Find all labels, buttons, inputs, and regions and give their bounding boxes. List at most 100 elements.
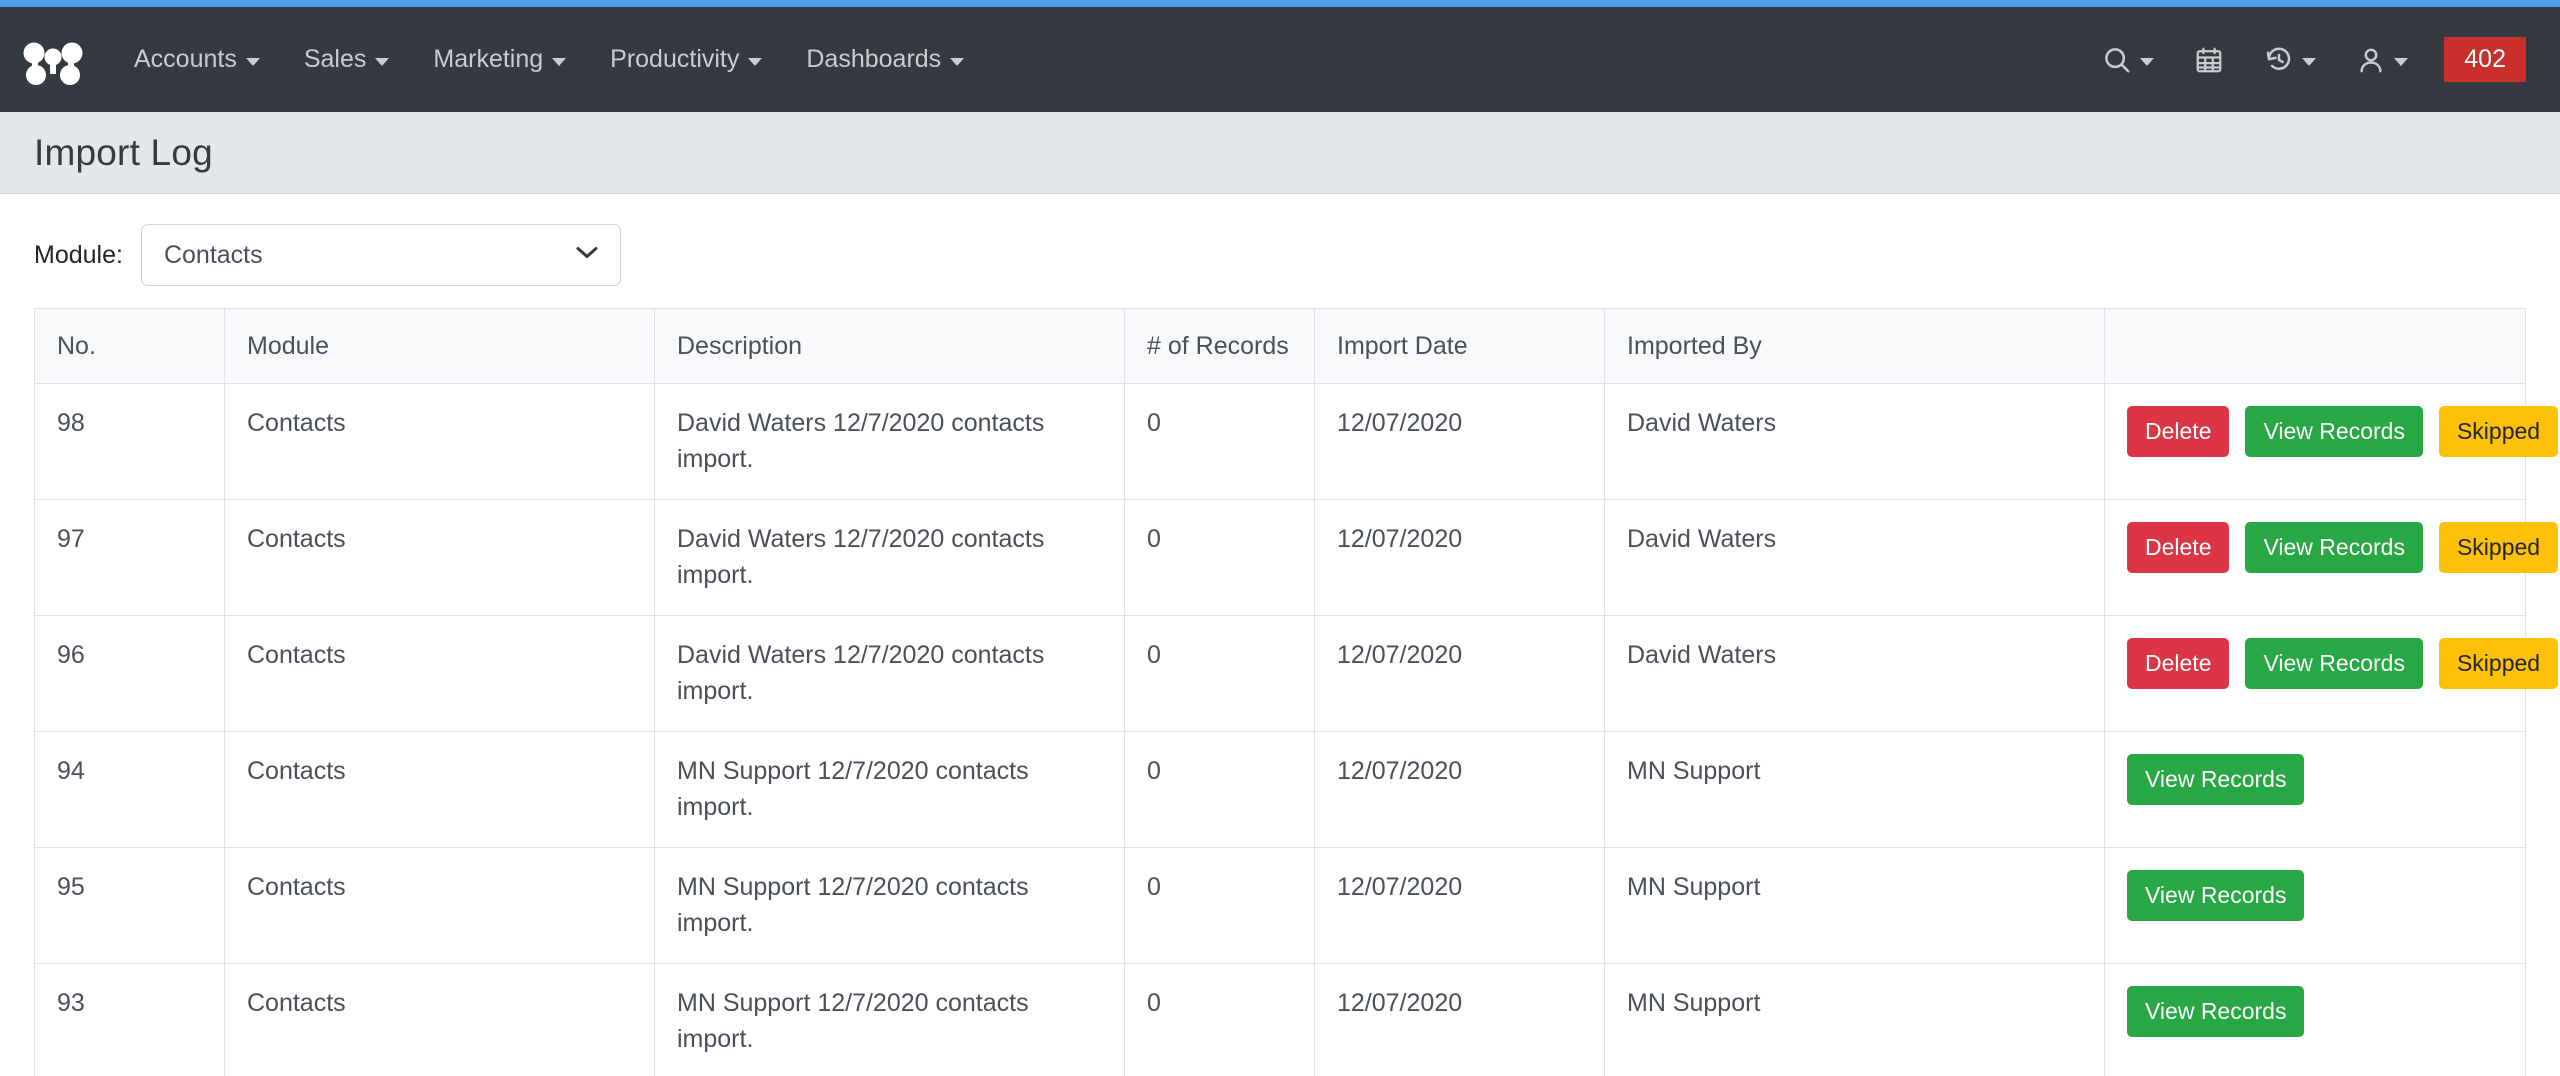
row-number-cell: 98 (34, 383, 225, 500)
description-cell: David Waters 12/7/2020 contacts import. (654, 615, 1125, 732)
chevron-down-icon (245, 57, 260, 66)
module-cell: Contacts (224, 731, 655, 848)
table-row: 93 Contacts MN Support 12/7/2020 contacts … (34, 963, 2526, 1076)
view-records-button[interactable]: View Records (2245, 638, 2423, 689)
chevron-down-icon (748, 57, 763, 66)
user-icon (2360, 48, 2382, 72)
main-navbar: Accounts Sales Marketing Productivity Da… (0, 7, 2560, 112)
import-date-cell: 12/07/2020 (1314, 847, 1605, 964)
nav-item-marketing[interactable]: Marketing (411, 35, 588, 84)
module-cell: Contacts (224, 847, 655, 964)
calendar-icon (2196, 47, 2222, 72)
history-clock-icon (2267, 46, 2291, 70)
module-cell: Contacts (224, 615, 655, 732)
row-number-cell: 97 (34, 499, 225, 616)
records-count-cell: 0 (1124, 383, 1315, 500)
action-button-group: View Records (2127, 986, 2503, 1037)
table-row: 98 Contacts David Waters 12/7/2020 contact… (34, 383, 2559, 500)
top-accent-strip (0, 0, 2560, 7)
molecule-logo-icon (23, 42, 83, 85)
column-header-records[interactable]: # of Records (1124, 308, 1315, 384)
column-header-actions (2104, 308, 2526, 384)
table-header-row: No. Module Description # of Records Impo… (34, 308, 2526, 384)
delete-button[interactable]: Delete (2127, 522, 2230, 573)
row-number-cell: 94 (34, 731, 225, 848)
import-date-cell: 12/07/2020 (1314, 499, 1605, 616)
description-cell: MN Support 12/7/2020 contacts import. (654, 847, 1125, 964)
column-header-description[interactable]: Description (654, 308, 1125, 384)
filter-bar: Module: Contacts (0, 194, 2560, 308)
chevron-down-icon (2302, 57, 2317, 66)
description-cell: MN Support 12/7/2020 contacts import. (654, 731, 1125, 848)
nav-item-dashboards[interactable]: Dashboards (784, 35, 986, 84)
table-row: 95 Contacts MN Support 12/7/2020 contacts … (34, 847, 2526, 964)
skipped-button[interactable]: Skipped (2438, 638, 2559, 689)
nav-item-sales[interactable]: Sales (282, 35, 412, 84)
imported-by-cell: David Waters (1604, 615, 2105, 732)
actions-cell: View Records (2104, 847, 2526, 964)
import-date-cell: 12/07/2020 (1314, 963, 1605, 1076)
nav-item-label: Marketing (433, 45, 544, 73)
column-header-module[interactable]: Module (224, 308, 655, 384)
view-records-button[interactable]: View Records (2127, 986, 2305, 1037)
delete-button[interactable]: Delete (2127, 638, 2230, 689)
view-records-button[interactable]: View Records (2127, 754, 2305, 805)
imported-by-cell: MN Support (1604, 731, 2105, 848)
nav-item-productivity[interactable]: Productivity (588, 35, 784, 84)
records-count-cell: 0 (1124, 731, 1315, 848)
delete-button[interactable]: Delete (2127, 406, 2230, 457)
nav-item-label: Dashboards (806, 45, 942, 73)
chevron-down-icon (375, 57, 390, 66)
description-cell: MN Support 12/7/2020 contacts import. (654, 963, 1125, 1076)
calendar-button[interactable] (2174, 35, 2244, 85)
table-row: 97 Contacts David Waters 12/7/2020 contact… (34, 499, 2559, 616)
actions-cell: Delete View Records Skipped (2104, 383, 2559, 500)
history-button[interactable] (2244, 35, 2336, 85)
column-header-no[interactable]: No. (34, 308, 225, 384)
skipped-button[interactable]: Skipped (2438, 406, 2559, 457)
chevron-down-icon (552, 57, 567, 66)
column-header-import-date[interactable]: Import Date (1314, 308, 1605, 384)
nav-item-label: Productivity (610, 45, 740, 73)
user-menu-button[interactable] (2336, 35, 2428, 85)
primary-nav: Accounts Sales Marketing Productivity Da… (112, 35, 986, 84)
records-count-cell: 0 (1124, 615, 1315, 732)
module-cell: Contacts (224, 499, 655, 616)
nav-item-accounts[interactable]: Accounts (112, 35, 282, 84)
module-cell: Contacts (224, 383, 655, 500)
import-log-table-wrapper: No. Module Description # of Records Impo… (0, 308, 2560, 1076)
module-select[interactable]: Contacts (140, 224, 621, 286)
table-row: 96 Contacts David Waters 12/7/2020 contact… (34, 615, 2559, 732)
action-button-group: Delete View Records Skipped (2127, 638, 2559, 689)
page-header-band: Import Log (0, 112, 2560, 194)
view-records-button[interactable]: View Records (2245, 406, 2423, 457)
actions-cell: View Records (2104, 963, 2526, 1076)
nav-item-label: Accounts (134, 45, 237, 73)
chevron-down-icon (950, 57, 965, 66)
page-title: Import Log (34, 131, 213, 173)
view-records-button[interactable]: View Records (2245, 522, 2423, 573)
skipped-button[interactable]: Skipped (2438, 522, 2559, 573)
module-cell: Contacts (224, 963, 655, 1076)
imported-by-cell: David Waters (1604, 499, 2105, 616)
actions-cell: View Records (2104, 731, 2526, 848)
imported-by-cell: David Waters (1604, 383, 2105, 500)
module-select-wrapper: Contacts (140, 224, 621, 286)
navbar-right-tools: 402 (2082, 35, 2526, 85)
records-count-cell: 0 (1124, 499, 1315, 616)
search-button[interactable] (2082, 35, 2174, 85)
column-header-imported-by[interactable]: Imported By (1604, 308, 2105, 384)
action-button-group: View Records (2127, 870, 2503, 921)
notification-count-badge[interactable]: 402 (2444, 37, 2526, 82)
table-head: No. Module Description # of Records Impo… (34, 308, 2526, 384)
table-body: 98 Contacts David Waters 12/7/2020 contact… (34, 383, 2559, 1076)
imported-by-cell: MN Support (1604, 963, 2105, 1076)
import-date-cell: 12/07/2020 (1314, 731, 1605, 848)
brand-logo[interactable] (22, 29, 84, 91)
chevron-down-icon (2394, 57, 2409, 66)
view-records-button[interactable]: View Records (2127, 870, 2305, 921)
records-count-cell: 0 (1124, 847, 1315, 964)
import-date-cell: 12/07/2020 (1314, 615, 1605, 732)
description-cell: David Waters 12/7/2020 contacts import. (654, 383, 1125, 500)
search-icon (2105, 47, 2130, 72)
